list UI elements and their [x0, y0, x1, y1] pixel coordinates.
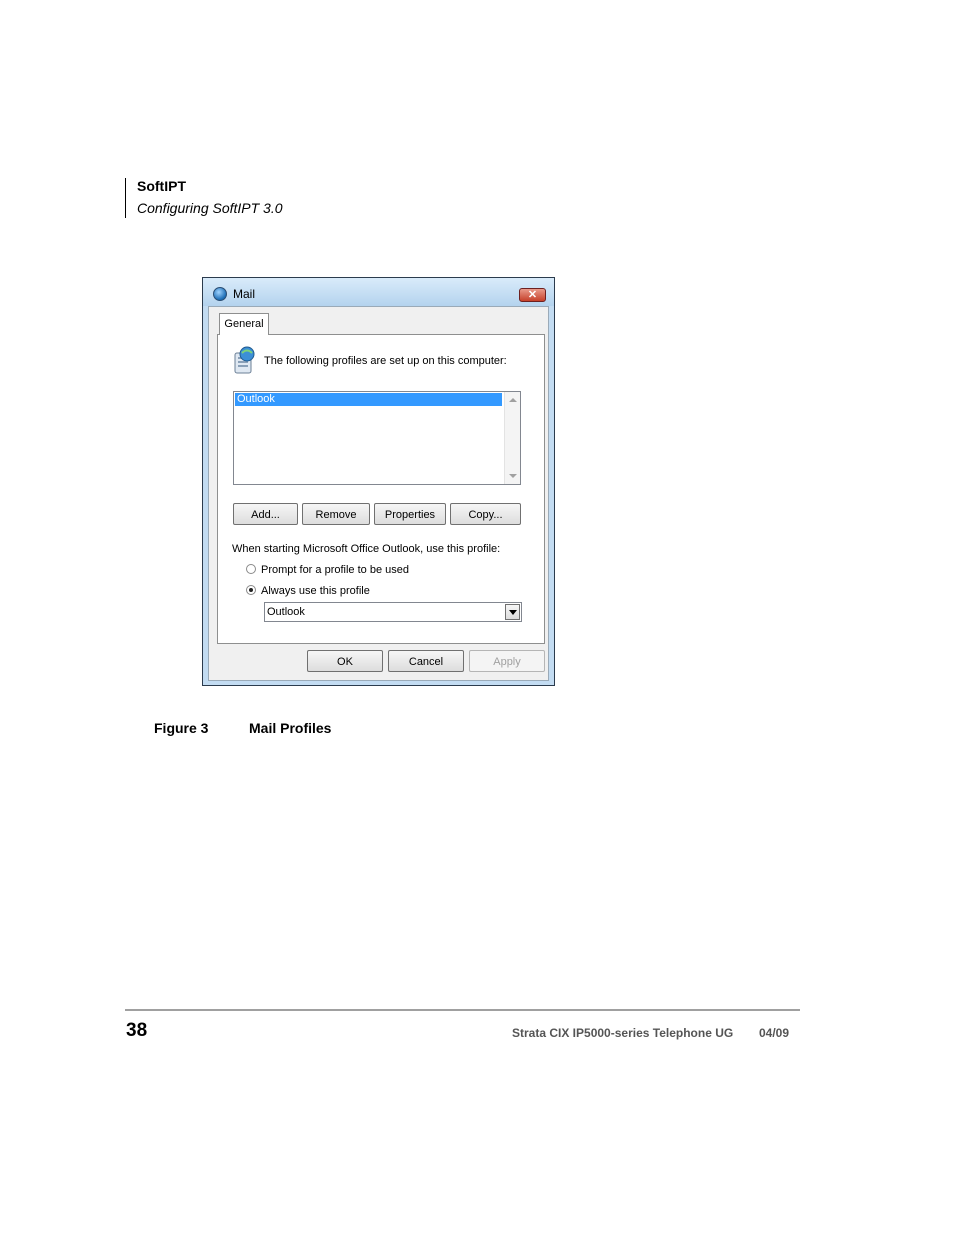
chevron-down-icon[interactable]: [505, 604, 520, 620]
listbox-scrollbar[interactable]: [504, 392, 520, 484]
copy-button[interactable]: Copy...: [450, 503, 521, 525]
add-button[interactable]: Add...: [233, 503, 298, 525]
prompt-profile-label: Prompt for a profile to be used: [261, 564, 409, 576]
footer-date: 04/09: [759, 1026, 790, 1040]
profiles-intro-text: The following profiles are set up on thi…: [264, 355, 507, 367]
radio-on-icon[interactable]: [246, 585, 256, 595]
profile-select-value: Outlook: [267, 606, 305, 618]
footer-document-title: Strata CIX IP5000-series Telephone UG: [512, 1026, 734, 1040]
always-profile-label: Always use this profile: [261, 585, 370, 597]
figure-number: Figure 3: [154, 720, 209, 736]
list-item[interactable]: Outlook: [235, 393, 502, 406]
profiles-icon: [234, 346, 255, 374]
startup-profile-label: When starting Microsoft Office Outlook, …: [232, 543, 501, 555]
always-profile-option[interactable]: Always use this profile: [246, 585, 370, 597]
title-bar[interactable]: Mail ✕: [203, 278, 554, 306]
ok-button[interactable]: OK: [307, 650, 383, 672]
close-icon: ✕: [527, 289, 538, 301]
profile-select[interactable]: Outlook: [264, 602, 522, 622]
mail-app-icon: [213, 287, 227, 301]
header-rule: [125, 178, 126, 218]
dialog-title: Mail: [233, 287, 256, 301]
prompt-profile-option[interactable]: Prompt for a profile to be used: [246, 564, 409, 576]
footer-rule: [125, 1009, 800, 1011]
radio-off-icon[interactable]: [246, 564, 256, 574]
scroll-up-icon[interactable]: [509, 398, 517, 402]
page-number: 38: [126, 1020, 148, 1041]
profiles-listbox[interactable]: Outlook: [233, 391, 521, 485]
properties-button[interactable]: Properties: [374, 503, 446, 525]
section-title: SoftIPT: [137, 178, 186, 194]
remove-button[interactable]: Remove: [302, 503, 370, 525]
cancel-button[interactable]: Cancel: [388, 650, 464, 672]
close-button[interactable]: ✕: [519, 288, 546, 302]
figure-title: Mail Profiles: [249, 720, 332, 736]
general-tab-panel: The following profiles are set up on thi…: [217, 334, 545, 644]
dialog-client: General The following profiles are set u…: [208, 306, 549, 681]
apply-button[interactable]: Apply: [469, 650, 545, 672]
tab-general[interactable]: General: [219, 313, 269, 335]
section-subtitle: Configuring SoftIPT 3.0: [137, 200, 283, 216]
mail-dialog: Mail ✕ General The following profiles ar…: [202, 277, 555, 686]
scroll-down-icon[interactable]: [509, 474, 517, 478]
